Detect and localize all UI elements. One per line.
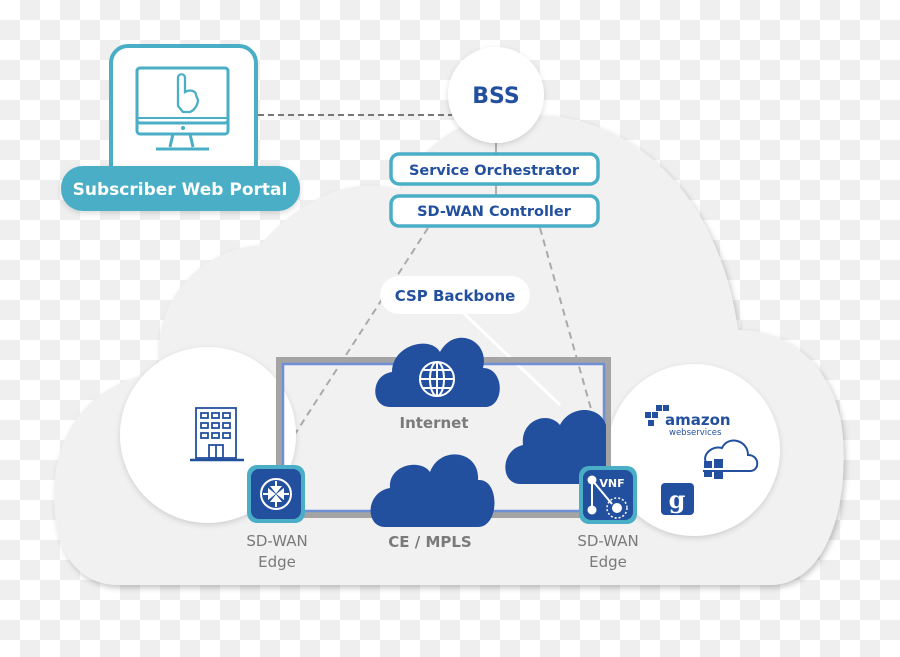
backbone-label: CSP Backbone [395, 287, 516, 305]
internet-label: Internet [399, 414, 468, 432]
monitor-power-dot [181, 126, 185, 130]
mpls-label: CE / MPLS [388, 533, 471, 551]
left-edge-label-line2: Edge [258, 553, 296, 571]
sdwan-controller-label: SD-WAN Controller [417, 204, 572, 220]
router-icon[interactable] [247, 465, 305, 523]
vnf-badge: VNF [599, 477, 624, 490]
google-icon: g [661, 483, 694, 515]
service-orchestrator-label: Service Orchestrator [409, 163, 580, 179]
sd-wan-diagram: Internet CE / MPLS SD-WAN Edge VNF SD-WA… [54, 44, 844, 586]
right-edge-label-line1: SD-WAN [577, 532, 638, 550]
portal-label: Subscriber Web Portal [73, 180, 288, 200]
bss-label: BSS [472, 84, 519, 109]
globe-icon [419, 361, 455, 397]
subscriber-web-portal[interactable]: Subscriber Web Portal [61, 44, 300, 211]
svg-text:g: g [669, 485, 686, 514]
vnf-icon[interactable]: VNF [579, 466, 637, 524]
aws-amazon-text: amazon [665, 411, 731, 429]
aws-webservices-text: webservices [669, 428, 722, 438]
left-edge-label-line1: SD-WAN [246, 532, 307, 550]
right-edge-label-line2: Edge [589, 553, 627, 571]
